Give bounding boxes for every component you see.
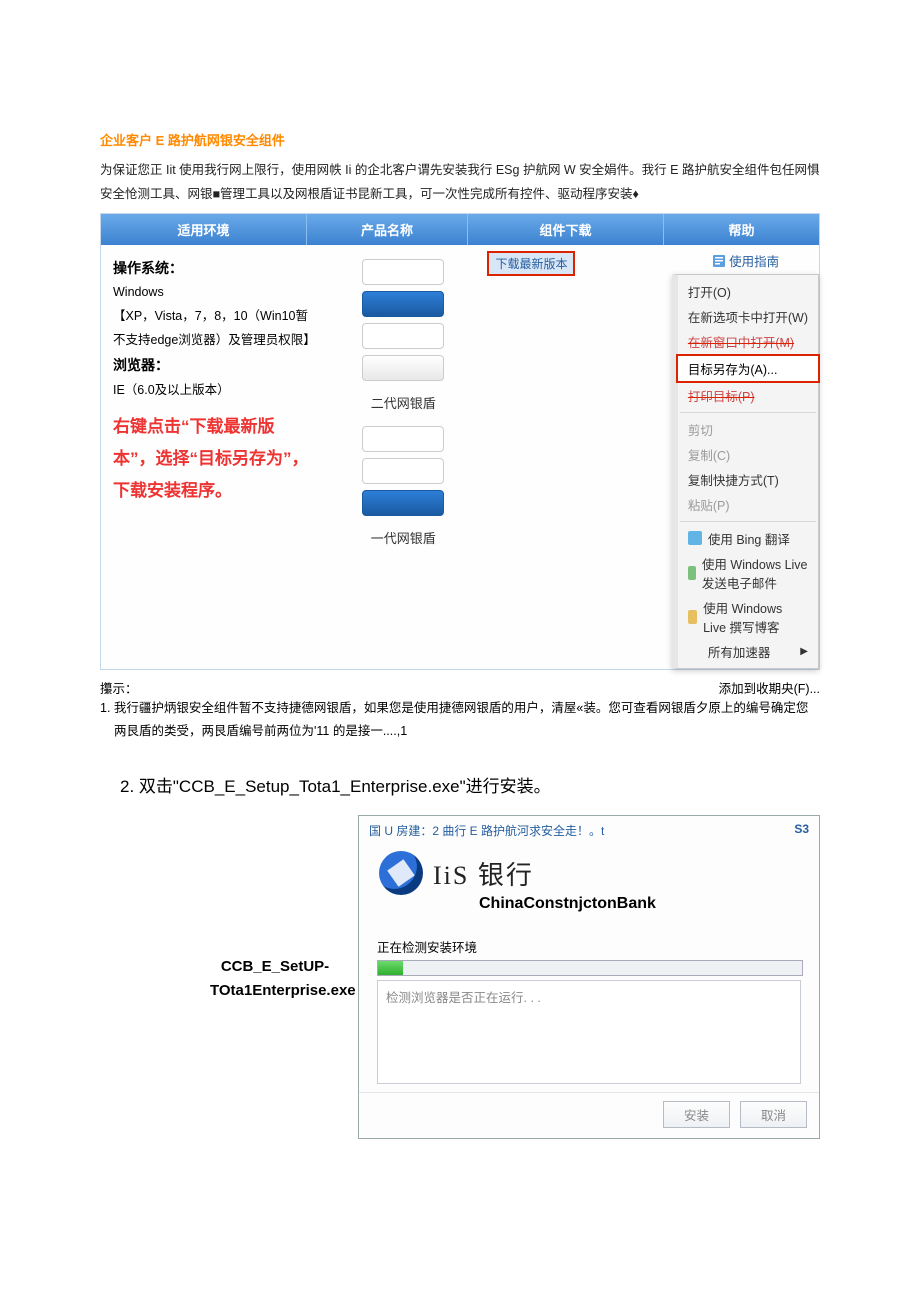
- ctx-paste: 粘贴(P): [678, 492, 818, 517]
- hint-label: 攥示：: [100, 678, 138, 697]
- installer-titlebar: 国 U 房建：2 曲行 E 路护航河求安全走！。t: [369, 822, 604, 839]
- ctx-live-mail-label: 使用 Windows Live 发送电子邮件: [702, 554, 808, 592]
- tab-download[interactable]: 组件下载: [468, 214, 664, 245]
- installer-window: 国 U 房建：2 曲行 E 路护航河求安全走！。t S3 IiS 银行 Chin…: [358, 815, 820, 1139]
- live-mail-icon: [688, 566, 696, 580]
- ctx-print-target[interactable]: 打印目标(P): [678, 383, 818, 408]
- shield-device-image: [362, 291, 444, 317]
- ctx-bing-translate[interactable]: 使用 Bing 翻译: [678, 526, 818, 551]
- installer-log: 检测浏览器是否正在运行. . .: [377, 980, 801, 1084]
- shield-device-image: [362, 458, 444, 484]
- exe-filename-label: CCB_E_SetUP-TOta1Enterprise.exe: [210, 815, 340, 1003]
- installer-s3: S3: [794, 822, 809, 839]
- shield-device-image: [362, 355, 444, 381]
- step2-heading: 2. 双击"CCB_E_Setup_Tota1_Enterprise.exe"进…: [120, 772, 820, 797]
- ctx-open[interactable]: 打开(O): [678, 279, 818, 304]
- download-latest-link[interactable]: 下载最新版本: [487, 251, 575, 276]
- ctx-all-accelerators[interactable]: 所有加速器 ▶: [678, 639, 818, 664]
- bing-icon: [688, 531, 702, 545]
- page-title: 企业客户 E 路护航网银安全组件: [100, 130, 820, 149]
- live-blog-icon: [688, 610, 697, 624]
- ctx-accel-label: 所有加速器: [708, 642, 771, 661]
- os-windows: Windows: [113, 281, 313, 305]
- install-button[interactable]: 安装: [663, 1101, 730, 1128]
- ctx-live-blog[interactable]: 使用 Windows Live 撰写博客: [678, 595, 818, 639]
- os-detail: 【XP，Vista，7，8，10（Win10暂不支持edge浏览器）及管理员权限…: [113, 305, 313, 353]
- red-instruction: 右键点击“下载最新版本”，选择“目标另存为”，下载安装程序。: [113, 411, 313, 508]
- ctx-live-blog-label: 使用 Windows Live 撰写博客: [703, 598, 808, 636]
- browser-detail: IE（6.0及以上版本）: [113, 379, 313, 403]
- bank-name-en: ChinaConstnjctonBank: [479, 895, 819, 913]
- usage-guide-link[interactable]: 使用指南: [672, 251, 819, 274]
- tab-env[interactable]: 适用环境: [101, 214, 307, 245]
- ctx-copy-shortcut[interactable]: 复制快捷方式(T): [678, 467, 818, 492]
- ctx-save-target-as[interactable]: 目标另存为(A)...: [676, 354, 820, 383]
- shield-device-image: [362, 323, 444, 349]
- doc-icon: [712, 254, 726, 268]
- shield-device-image: [362, 259, 444, 285]
- shield-device-image: [362, 426, 444, 452]
- ctx-copy: 复制(C): [678, 442, 818, 467]
- download-panel: 适用环境 产品名称 组件下载 帮助 操作系统： Windows 【XP，Vist…: [100, 213, 820, 670]
- gen1-label: 一代网银盾: [371, 528, 436, 547]
- progress-bar: [377, 960, 803, 976]
- bank-name-cn: IiS 银行: [433, 855, 534, 892]
- cancel-button[interactable]: 取消: [740, 1101, 807, 1128]
- shield-device-image: [362, 490, 444, 516]
- tab-help[interactable]: 帮助: [664, 214, 819, 245]
- tab-product-name[interactable]: 产品名称: [307, 214, 468, 245]
- os-heading: 操作系统：: [113, 255, 313, 282]
- ctx-cut: 剪切: [678, 417, 818, 442]
- ctx-bing-label: 使用 Bing 翻译: [708, 529, 790, 548]
- browser-heading: 浏览器：: [113, 352, 313, 379]
- ctx-live-email[interactable]: 使用 Windows Live 发送电子邮件: [678, 551, 818, 595]
- guide-label: 使用指南: [729, 255, 779, 269]
- hint-body: 1. 我行疆护炳银安全组件暂不支持捷德网银盾，如果您是使用捷德网银盾的用户，清屋…: [100, 697, 820, 745]
- ccb-logo-icon: [379, 851, 423, 895]
- gen2-label: 二代网银盾: [371, 393, 436, 412]
- ctx-open-new-window[interactable]: 在新窗口中打开(M): [678, 329, 818, 354]
- context-menu: 打开(O) 在新选项卡中打开(W) 在新窗口中打开(M) 目标另存为(A)...…: [672, 274, 819, 669]
- installer-status: 正在检测安装环境: [377, 937, 801, 956]
- chevron-right-icon: ▶: [800, 646, 808, 657]
- ctx-add-favorites[interactable]: 添加到收期央(F)...: [719, 678, 820, 697]
- intro-paragraph: 为保证您正 Iit 使用我行网上限行，使用网帙 Ii 的企北客户谓先安装我行 E…: [100, 159, 820, 207]
- ctx-open-new-tab[interactable]: 在新选项卡中打开(W): [678, 304, 818, 329]
